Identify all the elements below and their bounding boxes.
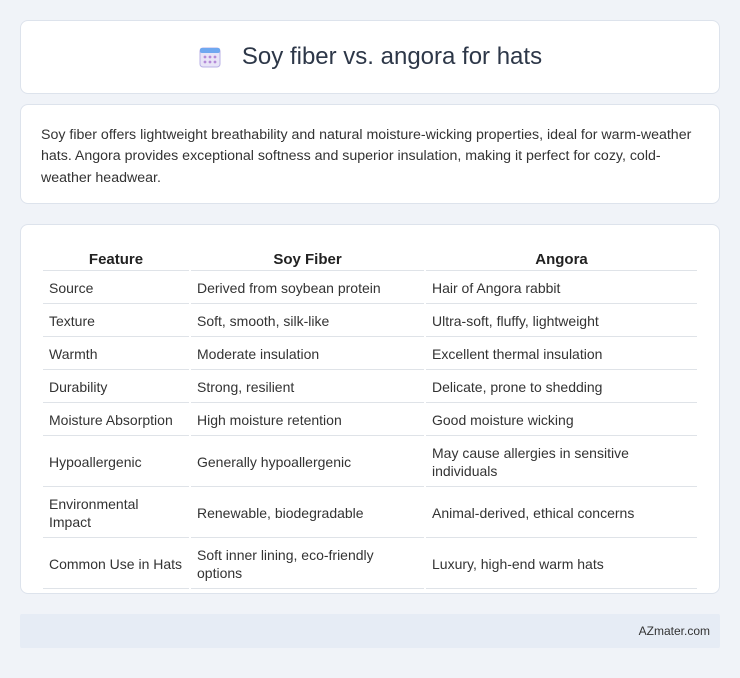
footer-bar: AZmater.com: [20, 614, 720, 648]
soy-cell: Moderate insulation: [191, 339, 424, 370]
feature-cell: Common Use in Hats: [43, 540, 189, 589]
feature-cell: Durability: [43, 372, 189, 403]
header-feature: Feature: [43, 247, 189, 271]
header-card: Soy fiber vs. angora for hats: [20, 20, 720, 94]
table-row: Source Derived from soybean protein Hair…: [43, 273, 697, 304]
title-wrap: Soy fiber vs. angora for hats: [198, 43, 542, 71]
footer-source: AZmater.com: [638, 624, 710, 638]
table-row: Texture Soft, smooth, silk-like Ultra-so…: [43, 306, 697, 337]
table-row: Durability Strong, resilient Delicate, p…: [43, 372, 697, 403]
page-title: Soy fiber vs. angora for hats: [241, 43, 543, 70]
intro-text: Soy fiber offers lightweight breathabili…: [41, 127, 692, 186]
table-row: Warmth Moderate insulation Excellent the…: [43, 339, 697, 370]
feature-cell: Hypoallergenic: [43, 438, 189, 487]
feature-cell: Environmental Impact: [43, 489, 189, 538]
angora-cell: Ultra-soft, fluffy, lightweight: [426, 306, 697, 337]
angora-cell: May cause allergies in sensitive individ…: [426, 438, 697, 487]
comparison-table: Feature Soy Fiber Angora Source Derived …: [41, 245, 699, 591]
header-soy-fiber: Soy Fiber: [191, 247, 424, 271]
feature-cell: Moisture Absorption: [43, 405, 189, 436]
table-header-row: Feature Soy Fiber Angora: [43, 247, 697, 271]
angora-cell: Luxury, high-end warm hats: [426, 540, 697, 589]
table-row: Moisture Absorption High moisture retent…: [43, 405, 697, 436]
header-angora: Angora: [426, 247, 697, 271]
soy-cell: Generally hypoallergenic: [191, 438, 424, 487]
soy-cell: Strong, resilient: [191, 372, 424, 403]
angora-cell: Delicate, prone to shedding: [426, 372, 697, 403]
soy-cell: Derived from soybean protein: [191, 273, 424, 304]
feature-cell: Texture: [43, 306, 189, 337]
soy-cell: Renewable, biodegradable: [191, 489, 424, 538]
angora-cell: Good moisture wicking: [426, 405, 697, 436]
calendar-icon: [198, 45, 222, 69]
table-row: Common Use in Hats Soft inner lining, ec…: [43, 540, 697, 589]
soy-cell: High moisture retention: [191, 405, 424, 436]
soy-cell: Soft, smooth, silk-like: [191, 306, 424, 337]
feature-cell: Warmth: [43, 339, 189, 370]
angora-cell: Excellent thermal insulation: [426, 339, 697, 370]
table-row: Environmental Impact Renewable, biodegra…: [43, 489, 697, 538]
angora-cell: Hair of Angora rabbit: [426, 273, 697, 304]
soy-cell: Soft inner lining, eco-friendly options: [191, 540, 424, 589]
table-card: Feature Soy Fiber Angora Source Derived …: [20, 224, 720, 594]
feature-cell: Source: [43, 273, 189, 304]
angora-cell: Animal-derived, ethical concerns: [426, 489, 697, 538]
table-row: Hypoallergenic Generally hypoallergenic …: [43, 438, 697, 487]
intro-card: Soy fiber offers lightweight breathabili…: [20, 104, 720, 204]
